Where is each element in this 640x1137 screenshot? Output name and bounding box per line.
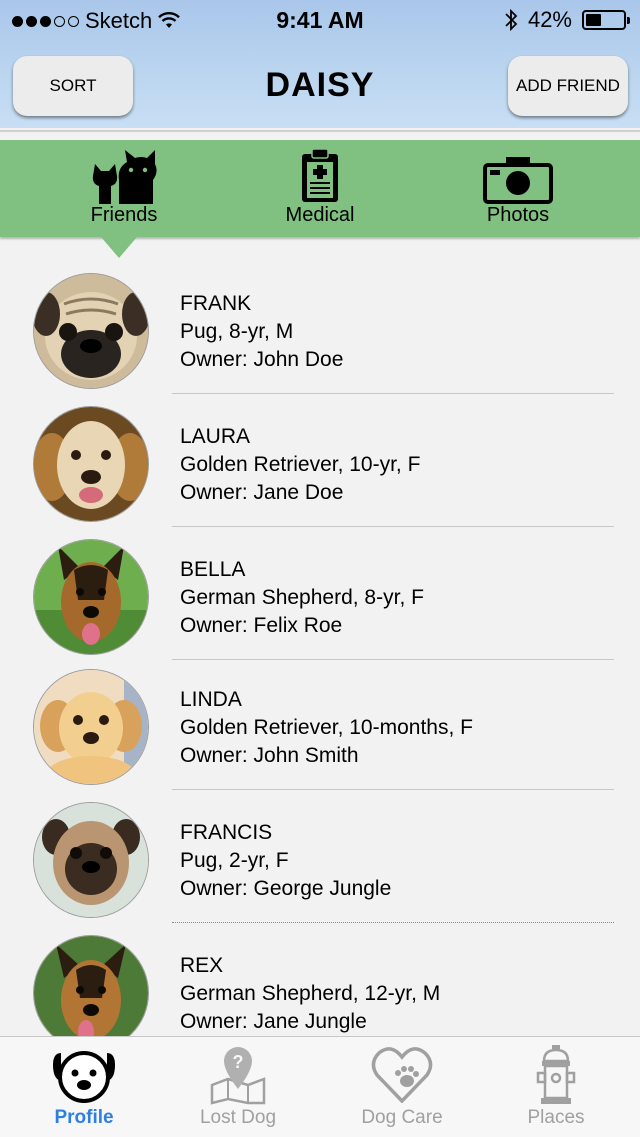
tab-places-label: Places <box>527 1107 585 1128</box>
svg-text:?: ? <box>233 1052 244 1072</box>
avatar <box>34 803 148 917</box>
dog-face-icon <box>53 1051 115 1103</box>
segment-bar: Friends Medical Photos <box>0 140 640 237</box>
friend-info: FRANCIS Pug, 2-yr, F Owner: George Jungl… <box>180 819 391 903</box>
friend-details: German Shepherd, 12-yr, M <box>180 982 441 1005</box>
friend-name: FRANCIS <box>180 821 273 844</box>
friend-info: FRANK Pug, 8-yr, M Owner: John Doe <box>180 290 343 374</box>
tab-lost-dog[interactable]: ? Lost Dog <box>158 1037 318 1137</box>
battery-icon <box>582 10 630 30</box>
friend-owner: Owner: Jane Jungle <box>180 1010 367 1033</box>
list-item[interactable]: LINDA Golden Retriever, 10-months, F Own… <box>0 658 640 790</box>
friend-owner: Owner: John Smith <box>180 744 359 767</box>
tab-places[interactable]: Places <box>476 1037 636 1137</box>
bluetooth-icon <box>505 8 518 32</box>
selected-segment-indicator <box>101 237 137 258</box>
clipboard-icon <box>302 148 338 202</box>
friend-info: LINDA Golden Retriever, 10-months, F Own… <box>180 686 473 770</box>
friends-list: FRANK Pug, 8-yr, M Owner: John Doe LAURA… <box>0 262 640 1036</box>
heart-paw-icon <box>371 1047 433 1103</box>
friend-name: REX <box>180 954 224 977</box>
avatar <box>34 274 148 388</box>
tab-dog-care-label: Dog Care <box>361 1107 443 1128</box>
list-item[interactable]: FRANK Pug, 8-yr, M Owner: John Doe <box>0 262 640 394</box>
row-separator <box>172 393 614 394</box>
row-separator <box>172 789 614 790</box>
segment-medical[interactable]: Medical <box>220 140 420 237</box>
segment-medical-label: Medical <box>285 204 355 226</box>
friend-owner: Owner: Jane Doe <box>180 481 344 504</box>
navigation-header: Sketch 9:41 AM 42% SORT DAISY ADD FRIEND <box>0 0 640 128</box>
friend-name: FRANK <box>180 292 252 315</box>
battery-status: 42% <box>504 7 630 33</box>
friend-name: BELLA <box>180 558 246 581</box>
friend-name: LAURA <box>180 425 251 448</box>
list-item[interactable]: LAURA Golden Retriever, 10-yr, F Owner: … <box>0 395 640 527</box>
list-item[interactable]: BELLA German Shepherd, 8-yr, F Owner: Fe… <box>0 528 640 660</box>
friend-details: Pug, 2-yr, F <box>180 849 289 872</box>
avatar <box>34 670 148 784</box>
friend-info: BELLA German Shepherd, 8-yr, F Owner: Fe… <box>180 556 424 640</box>
segment-photos-label: Photos <box>486 204 550 226</box>
list-item[interactable]: FRANCIS Pug, 2-yr, F Owner: George Jungl… <box>0 791 640 923</box>
row-separator <box>172 526 614 527</box>
fire-hydrant-icon <box>536 1045 576 1104</box>
friend-name: LINDA <box>180 688 242 711</box>
tab-lost-dog-label: Lost Dog <box>199 1107 277 1128</box>
friend-owner: Owner: John Doe <box>180 348 344 371</box>
avatar <box>34 936 148 1036</box>
segment-friends-label: Friends <box>90 204 158 226</box>
tab-profile-label: Profile <box>54 1107 114 1128</box>
tab-dog-care[interactable]: Dog Care <box>322 1037 482 1137</box>
segment-friends[interactable]: Friends <box>24 140 224 237</box>
friend-info: LAURA Golden Retriever, 10-yr, F Owner: … <box>180 423 420 507</box>
header-divider <box>0 130 640 132</box>
friend-details: Pug, 8-yr, M <box>180 320 294 343</box>
friend-details: Golden Retriever, 10-months, F <box>180 716 473 739</box>
tab-profile[interactable]: Profile <box>4 1037 164 1137</box>
friend-details: German Shepherd, 8-yr, F <box>180 586 424 609</box>
friend-owner: Owner: Felix Roe <box>180 614 343 637</box>
tab-bar: Profile ? Lost Dog Dog Care Places <box>0 1036 640 1137</box>
friends-icon <box>92 150 157 204</box>
avatar <box>34 540 148 654</box>
map-question-icon: ? <box>210 1047 266 1105</box>
avatar <box>34 407 148 521</box>
battery-percentage: 42% <box>527 7 572 32</box>
list-item[interactable]: REX German Shepherd, 12-yr, M Owner: Jan… <box>0 924 640 1036</box>
camera-icon <box>483 157 553 204</box>
segment-photos[interactable]: Photos <box>418 140 618 237</box>
status-bar: Sketch 9:41 AM 42% <box>0 0 640 40</box>
row-separator <box>172 921 614 923</box>
friend-info: REX German Shepherd, 12-yr, M Owner: Jan… <box>180 952 440 1036</box>
friend-details: Golden Retriever, 10-yr, F <box>180 453 421 476</box>
friend-owner: Owner: George Jungle <box>180 877 392 900</box>
add-friend-button[interactable]: ADD FRIEND <box>508 56 628 116</box>
